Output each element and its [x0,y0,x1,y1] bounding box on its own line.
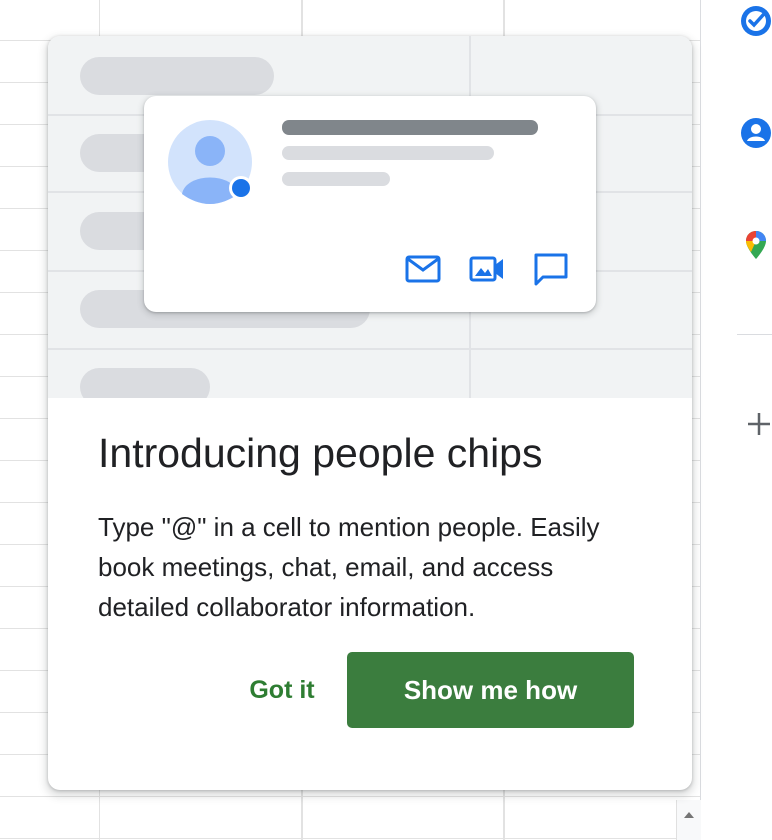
vertical-scrollbar[interactable] [676,800,701,840]
name-placeholder-bar [282,120,538,135]
dialog-description: Type "@" in a cell to mention people. Ea… [98,512,600,622]
detail-placeholder-bar [282,172,390,186]
person-card-illustration [144,96,596,312]
side-panel-divider [737,334,772,335]
avatar-icon [168,120,252,204]
contacts-icon[interactable] [739,116,772,150]
dialog-title: Introducing people chips [98,430,543,476]
detail-placeholder-bar [282,146,494,160]
illustration-grid-line [48,348,692,350]
placeholder-chip [80,57,274,95]
add-icon[interactable] [745,410,772,438]
video-call-icon [469,256,503,282]
tasks-icon[interactable] [739,4,772,38]
placeholder-chip [80,368,210,398]
show-me-how-button[interactable]: Show me how [347,652,634,728]
maps-icon[interactable] [739,228,772,262]
mail-icon [405,255,441,283]
side-panel [701,0,772,840]
chat-icon [534,253,568,286]
scroll-up-arrow-icon[interactable] [684,812,694,818]
got-it-button[interactable]: Got it [208,662,356,718]
dialog-illustration [48,36,692,398]
people-chips-dialog: Introducing people chips Type "@" in a c… [48,36,692,790]
